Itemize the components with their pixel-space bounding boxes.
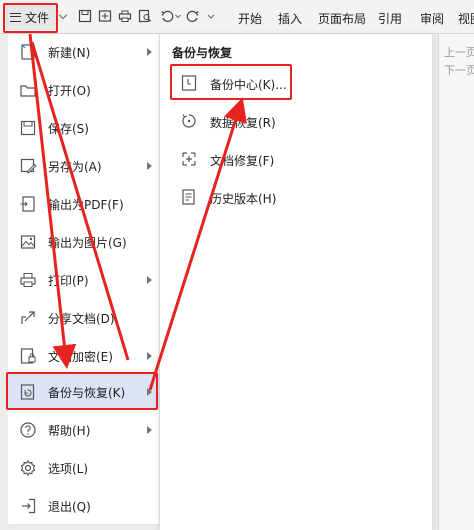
submenu-title: 备份与恢复	[172, 46, 233, 60]
title-toolbar: 文件 开始 插入 页面布局 引用 审阅 视图	[0, 0, 474, 34]
print-preview-quick-icon[interactable]	[138, 9, 152, 23]
submenu-arrow-icon	[147, 48, 152, 56]
menu-item-backup-restore[interactable]: 备份与恢复(K)	[8, 374, 160, 410]
chevron-down-icon[interactable]	[58, 10, 68, 20]
menu-item-new[interactable]: 新建(N)	[8, 36, 160, 68]
menu-item-label: 保存(S)	[48, 122, 89, 136]
tab-home[interactable]: 开始	[238, 10, 262, 27]
print-quick-icon[interactable]	[118, 9, 132, 23]
menu-item-label: 选项(L)	[48, 462, 89, 476]
undo-dropdown-icon[interactable]	[174, 9, 182, 23]
menu-item-options[interactable]: 选项(L)	[8, 452, 160, 484]
submenu-item-label: 备份中心(K)...	[210, 78, 287, 92]
menu-item-open[interactable]: 打开(O)	[8, 74, 160, 106]
menu-item-export-image[interactable]: 输出为图片(G)	[8, 226, 160, 258]
save-icon	[20, 120, 36, 136]
next-page-link[interactable]: 下一页	[444, 62, 474, 78]
backup-center-icon	[181, 75, 197, 91]
menu-item-encrypt[interactable]: 文档加密(E)	[8, 340, 160, 372]
menu-item-help[interactable]: 帮助(H)	[8, 414, 160, 446]
tab-insert[interactable]: 插入	[278, 10, 302, 27]
submenu-item-label: 数据恢复(R)	[210, 116, 276, 130]
submenu-arrow-icon	[147, 352, 152, 360]
save-quick-icon[interactable]	[78, 9, 92, 23]
export-pdf-icon	[20, 196, 35, 212]
submenu-arrow-icon	[147, 388, 152, 396]
export-image-icon	[20, 235, 36, 249]
data-recovery-icon	[182, 114, 196, 128]
doc-repair-icon	[182, 152, 196, 166]
menu-item-label: 文档加密(E)	[48, 350, 113, 364]
menu-item-label: 分享文档(D)	[48, 312, 115, 326]
menu-item-label: 备份与恢复(K)	[48, 386, 126, 400]
menu-item-label: 帮助(H)	[48, 424, 91, 438]
file-menu-label: 文件	[25, 10, 50, 25]
menu-item-exit[interactable]: 退出(Q)	[8, 490, 160, 522]
undo-icon[interactable]	[160, 9, 174, 23]
menu-item-label: 另存为(A)	[48, 160, 102, 174]
submenu-item-history-version[interactable]: 历史版本(H)	[170, 180, 294, 214]
new-doc-icon	[21, 44, 35, 60]
history-version-icon	[182, 189, 195, 205]
menu-item-export-pdf[interactable]: 输出为PDF(F)	[8, 188, 160, 220]
menu-item-share[interactable]: 分享文档(D)	[8, 302, 160, 334]
file-menu-button[interactable]: 文件	[4, 4, 56, 30]
document-area	[438, 34, 474, 530]
menu-item-label: 打开(O)	[48, 84, 91, 98]
submenu-arrow-icon	[147, 162, 152, 170]
menu-item-save-as[interactable]: 另存为(A)	[8, 150, 160, 182]
prev-page-link[interactable]: 上一页	[444, 44, 474, 60]
menu-item-label: 输出为PDF(F)	[48, 198, 124, 212]
submenu-item-label: 文档修复(F)	[210, 154, 275, 168]
submenu-item-label: 历史版本(H)	[210, 192, 277, 206]
redo-icon[interactable]	[186, 9, 200, 23]
submenu-arrow-icon	[147, 426, 152, 434]
encrypt-doc-icon	[20, 348, 36, 364]
hamburger-icon	[10, 12, 21, 22]
tab-view[interactable]: 视图	[458, 10, 474, 27]
file-menu: 新建(N) 打开(O) 保存(S) 另存为(A) 输出为PDF(F) 输出为图片…	[8, 34, 160, 524]
menu-item-save[interactable]: 保存(S)	[8, 112, 160, 144]
exit-icon	[22, 498, 36, 514]
tab-review[interactable]: 审阅	[420, 10, 444, 27]
menu-item-label: 打印(P)	[48, 274, 89, 288]
backup-restore-submenu: 备份与恢复 备份中心(K)... 数据恢复(R) 文档修复(F) 历史版本(H)	[160, 34, 432, 530]
menu-item-label: 新建(N)	[48, 46, 91, 60]
printer-icon	[20, 273, 36, 287]
submenu-item-doc-repair[interactable]: 文档修复(F)	[170, 142, 294, 176]
gear-icon	[20, 459, 36, 477]
tab-page-layout[interactable]: 页面布局	[318, 10, 366, 27]
quick-access-more-icon[interactable]	[206, 9, 216, 23]
share-icon	[21, 311, 35, 324]
backup-icon	[20, 384, 35, 400]
submenu-item-data-recovery[interactable]: 数据恢复(R)	[170, 104, 294, 138]
help-icon	[20, 422, 36, 438]
tab-references[interactable]: 引用	[378, 10, 402, 27]
menu-item-label: 退出(Q)	[48, 500, 91, 514]
folder-open-icon	[20, 85, 36, 97]
submenu-arrow-icon	[147, 276, 152, 284]
save-as-icon	[20, 158, 37, 174]
export-quick-icon[interactable]	[98, 9, 112, 23]
menu-item-print[interactable]: 打印(P)	[8, 264, 160, 296]
menu-item-label: 输出为图片(G)	[48, 236, 127, 250]
submenu-item-backup-center[interactable]: 备份中心(K)...	[170, 66, 294, 100]
